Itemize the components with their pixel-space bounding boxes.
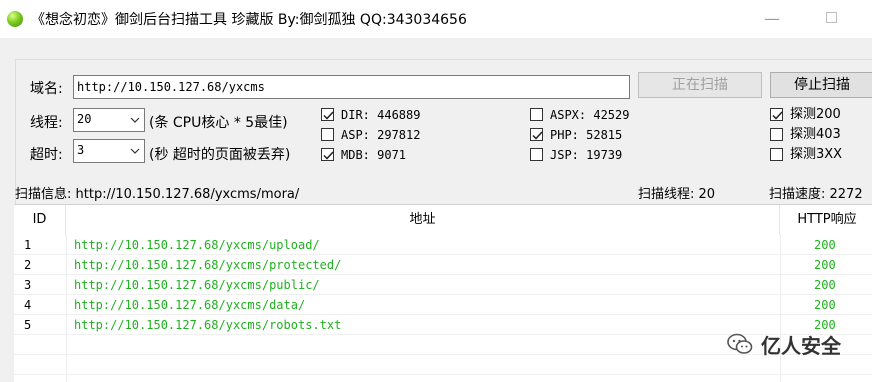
row-url: http://10.150.127.68/yxcms/protected/ (74, 258, 342, 272)
timeout-hint: (秒 超时的页面被丢弃) (149, 147, 291, 163)
threads-label: 线程: (30, 115, 63, 131)
table-row[interactable]: 5 http://10.150.127.68/yxcms/robots.txt … (14, 315, 872, 335)
row-http-code: 200 (814, 238, 836, 252)
window-title: 《想念初恋》御剑后台扫描工具 珍藏版 By:御剑孤独 QQ:343034656 (31, 12, 467, 28)
scan-speed: 扫描速度: 2272 (769, 187, 863, 202)
detect-checkbox-200[interactable]: 探测200 (770, 107, 870, 123)
dict-label-mdb: MDB: 9071 (341, 148, 407, 162)
results-table[interactable]: ID 地址 HTTP响应 1 http://10.150.127.68/yxcm… (14, 204, 872, 382)
dict-checkbox-php[interactable]: PHP: 52815 (530, 127, 710, 143)
row-id: 5 (24, 318, 32, 332)
detect-label-403: 探测403 (790, 127, 841, 142)
row-url: http://10.150.127.68/yxcms/robots.txt (74, 318, 342, 332)
checkbox-box (321, 108, 334, 121)
checkbox-box (321, 128, 334, 141)
dict-checkbox-jsp[interactable]: JSP: 19739 (530, 147, 710, 163)
green-orb-icon (7, 11, 23, 27)
checkbox-box (770, 108, 783, 121)
minimize-button[interactable]: — (752, 8, 792, 30)
dict-label-dir: DIR: 446889 (341, 108, 421, 122)
timeout-value: 3 (77, 143, 85, 157)
title-bar: 《想念初恋》御剑后台扫描工具 珍藏版 By:御剑孤独 QQ:343034656 … (0, 0, 872, 38)
checkbox-box (530, 128, 543, 141)
watermark-text: 亿人安全 (761, 334, 841, 358)
row-id: 2 (24, 258, 32, 272)
row-url: http://10.150.127.68/yxcms/public/ (74, 278, 320, 292)
stop-scan-button[interactable]: 停止扫描 (770, 72, 872, 98)
column-header-http[interactable]: HTTP响应 (780, 205, 872, 235)
row-http-code: 200 (814, 298, 836, 312)
scan-threads: 扫描线程: 20 (638, 187, 716, 202)
row-url: http://10.150.127.68/yxcms/upload/ (74, 238, 320, 252)
detect-label-3xx: 探测3XX (790, 147, 843, 162)
scanning-button[interactable]: 正在扫描 (638, 72, 762, 98)
row-http-code: 200 (814, 258, 836, 272)
chevron-down-icon (130, 117, 140, 123)
column-header-id[interactable]: ID (14, 205, 66, 235)
dict-label-jsp: JSP: 19739 (550, 148, 623, 162)
domain-input[interactable]: http://10.150.127.68/yxcms (73, 75, 630, 99)
dict-label-php: PHP: 52815 (550, 128, 623, 142)
detect-checkbox-3xx[interactable]: 探测3XX (770, 147, 870, 163)
domain-label: 域名: (30, 81, 63, 97)
dict-checkbox-asp[interactable]: ASP: 297812 (321, 127, 501, 143)
row-id: 3 (24, 278, 32, 292)
table-row[interactable]: 2 http://10.150.127.68/yxcms/protected/ … (14, 255, 872, 275)
dict-checkbox-mdb[interactable]: MDB: 9071 (321, 147, 501, 163)
table-row (14, 355, 872, 375)
row-id: 1 (24, 238, 32, 252)
dict-label-asp: ASP: 297812 (341, 128, 421, 142)
dict-checkbox-dir[interactable]: DIR: 446889 (321, 107, 501, 123)
threads-hint: (条 CPU核心 * 5最佳) (149, 115, 288, 131)
column-header-url[interactable]: 地址 (66, 205, 780, 235)
checkbox-box (530, 148, 543, 161)
threads-select[interactable]: 20 (73, 108, 145, 132)
dict-checkbox-aspx[interactable]: ASPX: 42529 (530, 107, 710, 123)
maximize-button[interactable] (810, 8, 850, 30)
timeout-select[interactable]: 3 (73, 139, 145, 163)
maximize-icon (826, 12, 837, 23)
detect-checkbox-403[interactable]: 探测403 (770, 127, 870, 143)
table-row[interactable]: 3 http://10.150.127.68/yxcms/public/ 200 (14, 275, 872, 295)
table-row[interactable]: 4 http://10.150.127.68/yxcms/data/ 200 (14, 295, 872, 315)
threads-value: 20 (77, 112, 92, 126)
scan-info: 扫描信息: http://10.150.127.68/yxcms/mora/ (15, 187, 300, 202)
row-url: http://10.150.127.68/yxcms/data/ (74, 298, 306, 312)
main-panel: 域名: http://10.150.127.68/yxcms 正在扫描 停止扫描… (0, 38, 872, 382)
detect-label-200: 探测200 (790, 107, 841, 122)
dict-label-aspx: ASPX: 42529 (550, 108, 630, 122)
timeout-label: 超时: (30, 147, 63, 163)
checkbox-box (321, 148, 334, 161)
checkbox-box (770, 148, 783, 161)
row-id: 4 (24, 298, 32, 312)
row-http-code: 200 (814, 278, 836, 292)
chevron-down-icon (130, 148, 140, 154)
checkbox-box (770, 128, 783, 141)
checkbox-box (530, 108, 543, 121)
table-row[interactable]: 1 http://10.150.127.68/yxcms/upload/ 200 (14, 235, 872, 255)
wechat-icon (727, 333, 753, 354)
